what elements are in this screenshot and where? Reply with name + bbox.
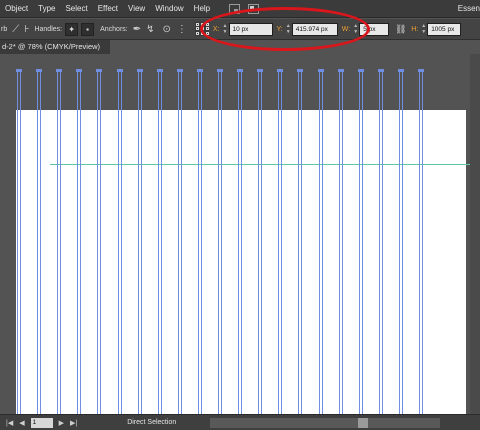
vertical-path[interactable]: [358, 71, 363, 414]
hide-handles-icon[interactable]: ▪: [81, 22, 95, 36]
show-handles-icon[interactable]: ✦: [65, 22, 79, 36]
pen-anchor-icon[interactable]: ✒: [133, 24, 141, 35]
prev-artboard-icon[interactable]: ◀: [19, 419, 24, 427]
workspace-switcher[interactable]: Essen: [454, 0, 480, 18]
anchor-point-handle[interactable]: [257, 69, 264, 72]
anchor-point-handle[interactable]: [96, 69, 103, 72]
anchor-point-handle[interactable]: [136, 69, 143, 72]
vertical-path[interactable]: [378, 71, 383, 414]
anchor-point-handle[interactable]: [418, 69, 424, 72]
status-bar: |◀ ◀ 1 ▶ ▶| Direct Selection: [0, 414, 480, 430]
next-artboard-icon[interactable]: ▶: [59, 419, 64, 427]
vertical-path[interactable]: [137, 71, 142, 414]
horizontal-scroll-thumb[interactable]: [358, 418, 368, 428]
convert-anchor-icon[interactable]: ⟋: [12, 24, 19, 35]
menu-select[interactable]: Select: [60, 0, 92, 18]
canvas-area[interactable]: [0, 54, 480, 414]
vertical-path[interactable]: [157, 71, 162, 414]
first-artboard-icon[interactable]: |◀: [6, 419, 13, 427]
anchor-point-handle[interactable]: [36, 69, 43, 72]
menu-view[interactable]: View: [123, 0, 150, 18]
document-tab-title: d-2* @ 78% (CMYK/Preview): [2, 42, 101, 51]
anchor-point-handle[interactable]: [357, 69, 364, 72]
anchor-point-handle[interactable]: [397, 69, 404, 72]
menu-type[interactable]: Type: [33, 0, 60, 18]
vertical-path[interactable]: [197, 71, 202, 414]
vertical-path[interactable]: [17, 71, 21, 414]
vertical-path[interactable]: [258, 71, 263, 414]
smooth-anchor-icon[interactable]: ↯: [146, 24, 154, 35]
menu-window[interactable]: Window: [150, 0, 188, 18]
anchor-point-handle[interactable]: [337, 69, 344, 72]
vertical-path[interactable]: [398, 71, 403, 414]
vertical-path[interactable]: [117, 71, 122, 414]
vertical-path[interactable]: [57, 71, 62, 414]
vertical-path[interactable]: [278, 71, 283, 414]
horizontal-scrollbar[interactable]: [210, 418, 440, 428]
menu-help[interactable]: Help: [189, 0, 215, 18]
anchor-point-handle[interactable]: [377, 69, 384, 72]
vertical-path[interactable]: [77, 71, 82, 414]
anchor-point-handle[interactable]: [16, 69, 22, 72]
anchor-point-handle[interactable]: [76, 69, 83, 72]
anchor-point-handle[interactable]: [317, 69, 324, 72]
highlight-ellipse: [200, 7, 370, 51]
anchor-point-handle[interactable]: [196, 69, 203, 72]
document-tab[interactable]: d-2* @ 78% (CMYK/Preview): [0, 40, 110, 54]
anchor-point-handle[interactable]: [297, 69, 304, 72]
anchor-point-handle[interactable]: [56, 69, 63, 72]
h-input[interactable]: 1005 px: [427, 22, 462, 36]
anchor-point-handle[interactable]: [176, 69, 183, 72]
vertical-path[interactable]: [177, 71, 182, 414]
anchors-label: Anchors:: [100, 25, 128, 33]
handles-label: Handles:: [34, 25, 63, 33]
vertical-path[interactable]: [238, 71, 243, 414]
link-icon[interactable]: ⛓: [394, 23, 407, 36]
align-icon[interactable]: ⋮: [177, 24, 187, 35]
vertical-path[interactable]: [318, 71, 323, 414]
vertical-path[interactable]: [97, 71, 102, 414]
cut-path-icon[interactable]: ⊦: [24, 24, 29, 35]
anchor-point-handle[interactable]: [217, 69, 223, 72]
menu-object[interactable]: Object: [0, 0, 33, 18]
isolate-icon[interactable]: ⊙: [163, 24, 171, 35]
menu-effect[interactable]: Effect: [93, 0, 123, 18]
anchor-point-handle[interactable]: [116, 69, 123, 72]
vertical-path[interactable]: [37, 71, 42, 414]
vertical-path[interactable]: [218, 71, 222, 414]
h-label: H:: [411, 25, 419, 33]
artboard-number-field[interactable]: 1: [30, 417, 53, 428]
vertical-path[interactable]: [298, 71, 303, 414]
horizontal-guide[interactable]: [50, 164, 480, 165]
anchor-point-handle[interactable]: [237, 69, 244, 72]
anchor-point-handle[interactable]: [156, 69, 163, 72]
h-stepper[interactable]: ▲ ▼: [420, 23, 427, 36]
tool-prefix-label: rb: [1, 25, 8, 33]
vertical-path[interactable]: [338, 71, 343, 414]
current-tool-label[interactable]: Direct Selection: [127, 419, 176, 426]
vertical-path[interactable]: [419, 71, 423, 414]
vertical-scrollbar[interactable]: [470, 54, 480, 414]
last-artboard-icon[interactable]: ▶|: [70, 419, 77, 427]
anchor-point-handle[interactable]: [277, 69, 284, 72]
